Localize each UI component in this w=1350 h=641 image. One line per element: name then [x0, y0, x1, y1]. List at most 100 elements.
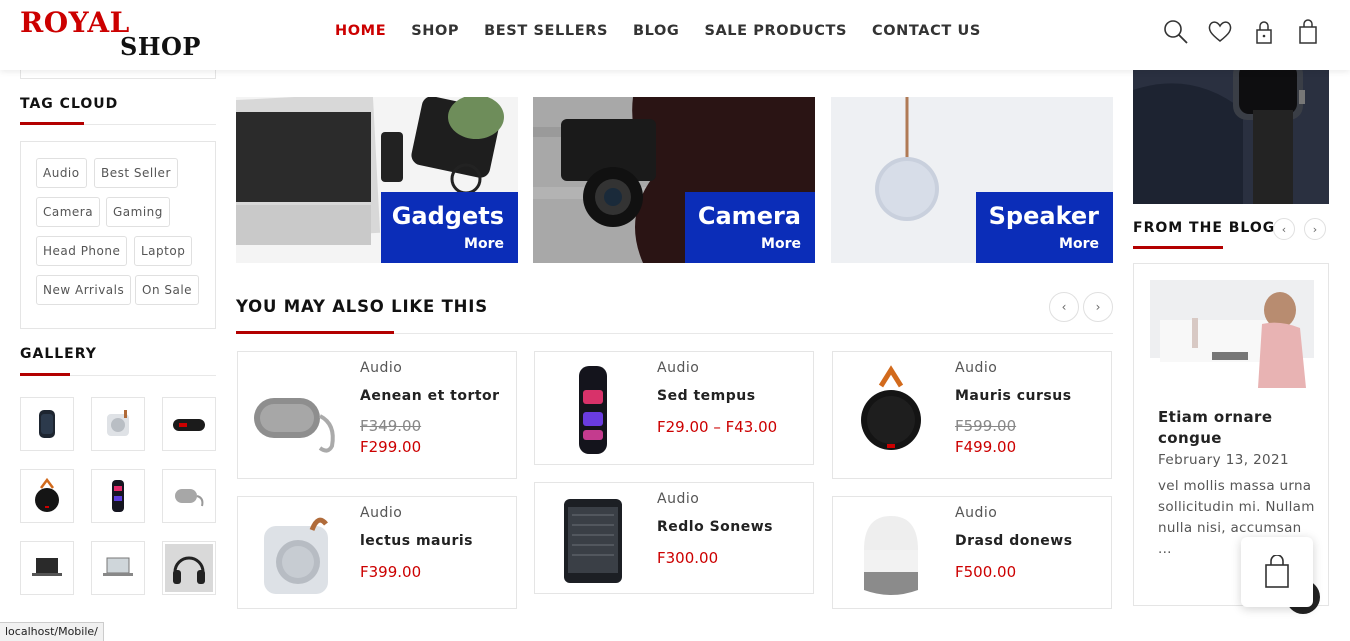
banner-label: Speaker More	[976, 192, 1113, 263]
nav-contact-us[interactable]: CONTACT US	[872, 23, 981, 39]
gallery-thumb[interactable]	[162, 469, 216, 523]
banner-label: Camera More	[685, 192, 815, 263]
chevron-left-icon: ‹	[1281, 222, 1287, 236]
nav-blog[interactable]: BLOG	[633, 23, 679, 39]
product-old-price: Ϝ599.00	[955, 417, 1017, 435]
nav-home[interactable]: HOME	[335, 23, 386, 39]
tag-camera[interactable]: Camera	[36, 197, 101, 227]
gallery-thumb[interactable]	[91, 397, 145, 451]
blog-next-button[interactable]: ›	[1304, 218, 1326, 240]
gallery-thumb[interactable]	[20, 541, 74, 595]
blog-prev-button[interactable]: ‹	[1273, 218, 1295, 240]
gallery-thumb[interactable]	[162, 397, 216, 451]
product-image[interactable]	[246, 366, 346, 466]
gallery-title: GALLERY	[20, 346, 97, 362]
logo-line1: ROYAL	[20, 6, 130, 39]
product-name[interactable]: Drasd donews	[955, 533, 1073, 549]
product-category: Audio	[360, 360, 403, 376]
banner-title: Camera	[697, 202, 801, 230]
main-nav: HOME SHOP BEST SELLERS BLOG SALE PRODUCT…	[335, 23, 981, 39]
chevron-right-icon: ›	[1095, 300, 1101, 314]
tag-best-seller[interactable]: Best Seller	[94, 158, 178, 188]
title-underline	[20, 373, 70, 376]
banner-title: Speaker	[988, 202, 1099, 230]
gallery-thumb[interactable]	[162, 541, 216, 595]
gallery-thumb[interactable]	[91, 469, 145, 523]
product-image[interactable]	[841, 507, 941, 603]
banner-more-link[interactable]: More	[1059, 236, 1099, 252]
tag-cloud-title: TAG CLOUD	[20, 96, 119, 112]
product-name[interactable]: Sed tempus	[657, 388, 756, 404]
banner-more-link[interactable]: More	[464, 236, 504, 252]
product-card[interactable]: Audio lectus mauris Ϝ399.00	[237, 496, 517, 609]
product-card[interactable]: Audio Aenean et tortor Ϝ349.00 Ϝ299.00	[237, 351, 517, 479]
blog-photo	[1150, 280, 1314, 388]
nav-shop[interactable]: SHOP	[411, 23, 459, 39]
tag-laptop[interactable]: Laptop	[134, 236, 193, 266]
logo-line2: SHOP	[120, 32, 201, 61]
product-card[interactable]: Audio Drasd donews Ϝ500.00	[832, 496, 1112, 609]
watch-photo	[1133, 70, 1329, 204]
blog-post-date: February 13, 2021	[1158, 452, 1290, 468]
tag-cloud: Audio Best Seller Camera Gaming Head Pho…	[20, 141, 216, 329]
product-category: Audio	[657, 360, 700, 376]
product-price: Ϝ499.00	[955, 438, 1017, 456]
product-name[interactable]: Redlo Sonews	[657, 519, 773, 535]
tag-gaming[interactable]: Gaming	[106, 197, 170, 227]
product-price: Ϝ399.00	[360, 563, 422, 581]
carousel-prev-button[interactable]: ‹	[1049, 292, 1079, 322]
banner-label: Gadgets More	[381, 192, 518, 263]
product-category: Audio	[955, 505, 998, 521]
product-price: Ϝ29.00 – Ϝ43.00	[657, 418, 778, 436]
product-image[interactable]	[543, 493, 643, 587]
heart-icon[interactable]	[1207, 19, 1233, 45]
product-old-price: Ϝ349.00	[360, 417, 422, 435]
product-name[interactable]: lectus mauris	[360, 533, 473, 549]
product-price: Ϝ299.00	[360, 438, 422, 456]
product-image[interactable]	[543, 360, 643, 460]
nav-best-sellers[interactable]: BEST SELLERS	[484, 23, 608, 39]
product-card[interactable]: Audio Sed tempus Ϝ29.00 – Ϝ43.00	[534, 351, 814, 465]
gallery-thumb[interactable]	[20, 469, 74, 523]
watch-banner-image[interactable]	[1133, 70, 1329, 204]
banner-camera[interactable]: Camera More	[533, 97, 815, 263]
gallery-thumb[interactable]	[91, 541, 145, 595]
bag-icon[interactable]	[1295, 19, 1321, 45]
tag-head-phone[interactable]: Head Phone	[36, 236, 128, 266]
search-icon[interactable]	[1163, 19, 1189, 45]
banner-more-link[interactable]: More	[761, 236, 801, 252]
product-card[interactable]: Audio Redlo Sonews Ϝ300.00	[534, 482, 814, 594]
product-category: Audio	[360, 505, 403, 521]
browser-status-bar: localhost/Mobile/	[0, 622, 104, 641]
site-header: ROYAL SHOP HOME SHOP BEST SELLERS BLOG S…	[0, 0, 1350, 70]
product-image[interactable]	[841, 362, 941, 462]
carousel-next-button[interactable]: ›	[1083, 292, 1113, 322]
tag-new-arrivals[interactable]: New Arrivals	[36, 275, 132, 305]
bag-icon	[1265, 555, 1289, 588]
section-title: YOU MAY ALSO LIKE THIS	[236, 297, 488, 316]
chevron-right-icon: ›	[1312, 222, 1318, 236]
product-price: Ϝ300.00	[657, 549, 719, 567]
product-name[interactable]: Aenean et tortor	[360, 388, 500, 404]
blog-title: FROM THE BLOG	[1133, 220, 1276, 236]
title-underline	[236, 331, 394, 334]
product-card[interactable]: Audio Mauris cursus Ϝ599.00 Ϝ499.00	[832, 351, 1112, 479]
blog-post-title[interactable]: Etiam ornare congue	[1158, 407, 1318, 449]
product-category: Audio	[955, 360, 998, 376]
floating-cart-button[interactable]	[1241, 537, 1313, 607]
lock-icon[interactable]	[1251, 19, 1277, 45]
product-name[interactable]: Mauris cursus	[955, 388, 1072, 404]
tag-on-sale[interactable]: On Sale	[135, 275, 200, 305]
gallery-thumb[interactable]	[20, 397, 74, 451]
product-image[interactable]	[246, 507, 346, 603]
title-underline	[1133, 246, 1223, 249]
blog-post-image[interactable]	[1150, 280, 1314, 388]
banner-title: Gadgets	[391, 202, 504, 230]
nav-sale-products[interactable]: SALE PRODUCTS	[704, 23, 847, 39]
header-icons	[1163, 19, 1321, 45]
logo[interactable]: ROYAL SHOP	[20, 6, 200, 62]
chevron-left-icon: ‹	[1061, 300, 1067, 314]
tag-audio[interactable]: Audio	[36, 158, 87, 188]
banner-speaker[interactable]: Speaker More	[831, 97, 1113, 263]
banner-gadgets[interactable]: Gadgets More	[236, 97, 518, 263]
